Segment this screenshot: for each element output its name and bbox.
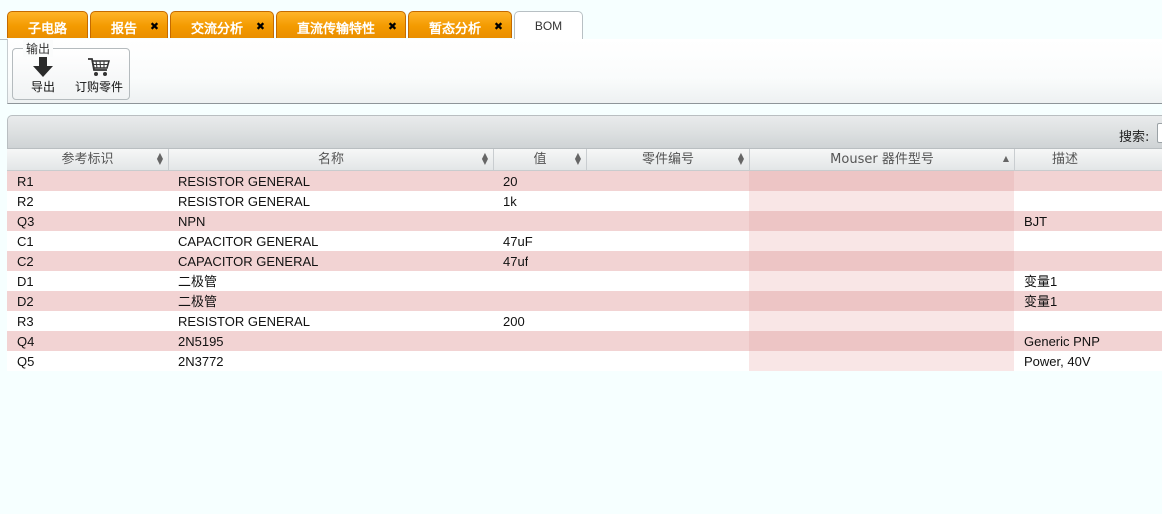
- table-header: 参考标识 ▲ ▼ 名称 ▲ ▼ 值 ▲ ▼ 零件编号 ▲ ▼ Mouser 器件型号 ▲…: [7, 149, 1162, 171]
- cell-name: RESISTOR GENERAL: [178, 314, 310, 329]
- output-group-title: 输出: [23, 40, 54, 57]
- cell-reference: Q5: [17, 354, 35, 369]
- cell-name: 二极管: [178, 294, 218, 309]
- export-button[interactable]: 导出: [25, 57, 61, 97]
- cell-reference: C1: [17, 234, 34, 249]
- table-row[interactable]: R2 RESISTOR GENERAL 1k: [7, 191, 1162, 211]
- table-row[interactable]: R1 RESISTOR GENERAL 20: [7, 171, 1162, 191]
- tab-dc-transfer[interactable]: 直流传输特性 ✖: [276, 11, 406, 38]
- sorted-column-highlight: [749, 251, 1014, 271]
- cell-description: 变量1: [1024, 294, 1058, 309]
- tab-bom[interactable]: BOM: [514, 11, 583, 40]
- close-icon[interactable]: ✖: [387, 21, 398, 32]
- cell-description: BJT: [1024, 214, 1048, 229]
- tab-label: 报告: [111, 22, 138, 37]
- table-row[interactable]: R3 RESISTOR GENERAL 200: [7, 311, 1162, 331]
- table-row[interactable]: Q5 2N3772 Power, 40V: [7, 351, 1162, 371]
- table-row[interactable]: C2 CAPACITOR GENERAL 47uf: [7, 251, 1162, 271]
- sorted-column-highlight: [749, 311, 1014, 331]
- sorted-column-highlight: [749, 351, 1014, 371]
- toolbar: 输出 导出 订购零件: [7, 39, 1162, 104]
- cell-name: CAPACITOR GENERAL: [178, 234, 319, 249]
- tab-transient-analysis[interactable]: 暂态分析 ✖: [408, 11, 512, 38]
- close-icon[interactable]: ✖: [493, 21, 504, 32]
- cell-description: Power, 40V: [1024, 354, 1091, 369]
- output-group: 输出 导出 订购零件: [12, 40, 130, 100]
- search-input[interactable]: [1157, 123, 1162, 143]
- table-row[interactable]: Q3 NPN BJT: [7, 211, 1162, 231]
- cell-name: 2N5195: [178, 334, 224, 349]
- column-header-part-number[interactable]: 零件编号 ▲ ▼: [587, 149, 750, 170]
- tab-label: 暂态分析: [429, 22, 482, 37]
- column-header-value[interactable]: 值 ▲ ▼: [494, 149, 587, 170]
- sorted-column-highlight: [749, 271, 1014, 291]
- cell-description: Generic PNP: [1024, 334, 1100, 349]
- column-header-label: 参考标识: [61, 152, 114, 167]
- sort-both-icon: ▲ ▼: [737, 151, 745, 166]
- cell-name: RESISTOR GENERAL: [178, 194, 310, 209]
- order-parts-button[interactable]: 订购零件: [73, 57, 125, 97]
- column-header-label: 值: [533, 152, 547, 167]
- tab-label: 直流传输特性: [297, 22, 376, 37]
- table-row[interactable]: D1 二极管 变量1: [7, 271, 1162, 291]
- sorted-column-highlight: [749, 171, 1014, 191]
- column-header-reference[interactable]: 参考标识 ▲ ▼: [7, 149, 169, 170]
- cell-description: 变量1: [1024, 274, 1058, 289]
- sort-both-icon: ▲ ▼: [574, 151, 582, 166]
- column-header-label: 名称: [317, 152, 344, 167]
- column-header-description[interactable]: 描述: [1015, 149, 1162, 170]
- sorted-column-highlight: [749, 191, 1014, 211]
- cell-name: NPN: [178, 214, 206, 229]
- cell-value: 200: [503, 314, 525, 329]
- sorted-column-highlight: [749, 331, 1014, 351]
- sort-both-icon: ▲ ▼: [481, 151, 489, 166]
- grid-title-bar: 搜索:: [7, 115, 1162, 149]
- cell-value: 20: [503, 174, 518, 189]
- close-icon[interactable]: ✖: [149, 21, 160, 32]
- table-body: R1 RESISTOR GENERAL 20 R2 RESISTOR GENERAL 1k…: [7, 171, 1162, 371]
- cell-reference: R3: [17, 314, 34, 329]
- table-row[interactable]: C1 CAPACITOR GENERAL 47uF: [7, 231, 1162, 251]
- tab-label: 子电路: [27, 22, 67, 37]
- search-label: 搜索:: [1119, 130, 1150, 145]
- shopping-cart-icon: [88, 58, 110, 76]
- cell-reference: R2: [17, 194, 34, 209]
- column-header-mouser-part[interactable]: Mouser 器件型号 ▲: [750, 149, 1015, 170]
- cell-reference: Q4: [17, 334, 35, 349]
- cell-value: 47uf: [503, 254, 529, 269]
- cell-reference: Q3: [17, 214, 35, 229]
- sort-both-icon: ▲ ▼: [156, 151, 164, 166]
- table-row[interactable]: D2 二极管 变量1: [7, 291, 1162, 311]
- sorted-column-highlight: [749, 291, 1014, 311]
- tab-label: 交流分析: [191, 22, 244, 37]
- cell-value: 1k: [503, 194, 517, 209]
- tab-label: BOM: [534, 19, 563, 33]
- cell-name: CAPACITOR GENERAL: [178, 254, 319, 269]
- tab-ac-analysis[interactable]: 交流分析 ✖: [170, 11, 274, 38]
- tab-subcircuit[interactable]: 子电路: [7, 11, 88, 38]
- tab-report[interactable]: 报告 ✖: [90, 11, 168, 38]
- sort-asc-icon: ▲: [1002, 154, 1010, 163]
- cell-value: 47uF: [503, 234, 533, 249]
- column-header-label: 零件编号: [641, 152, 694, 167]
- cell-reference: R1: [17, 174, 34, 189]
- cell-name: 二极管: [178, 274, 218, 289]
- column-header-name[interactable]: 名称 ▲ ▼: [169, 149, 494, 170]
- column-header-label: Mouser 器件型号: [830, 152, 934, 167]
- order-parts-label: 订购零件: [74, 80, 123, 94]
- download-arrow-icon: [33, 57, 53, 77]
- table-row[interactable]: Q4 2N5195 Generic PNP: [7, 331, 1162, 351]
- cell-name: RESISTOR GENERAL: [178, 174, 310, 189]
- sorted-column-highlight: [749, 211, 1014, 231]
- cell-reference: D2: [17, 294, 34, 309]
- column-header-label: 描述: [1051, 152, 1078, 167]
- cell-name: 2N3772: [178, 354, 224, 369]
- export-label: 导出: [30, 80, 55, 94]
- close-icon[interactable]: ✖: [255, 21, 266, 32]
- tab-bar: 子电路 报告 ✖ 交流分析 ✖ 直流传输特性 ✖ 暂态分析 ✖ BOM: [0, 0, 1162, 40]
- sorted-column-highlight: [749, 231, 1014, 251]
- cell-reference: C2: [17, 254, 34, 269]
- cell-reference: D1: [17, 274, 34, 289]
